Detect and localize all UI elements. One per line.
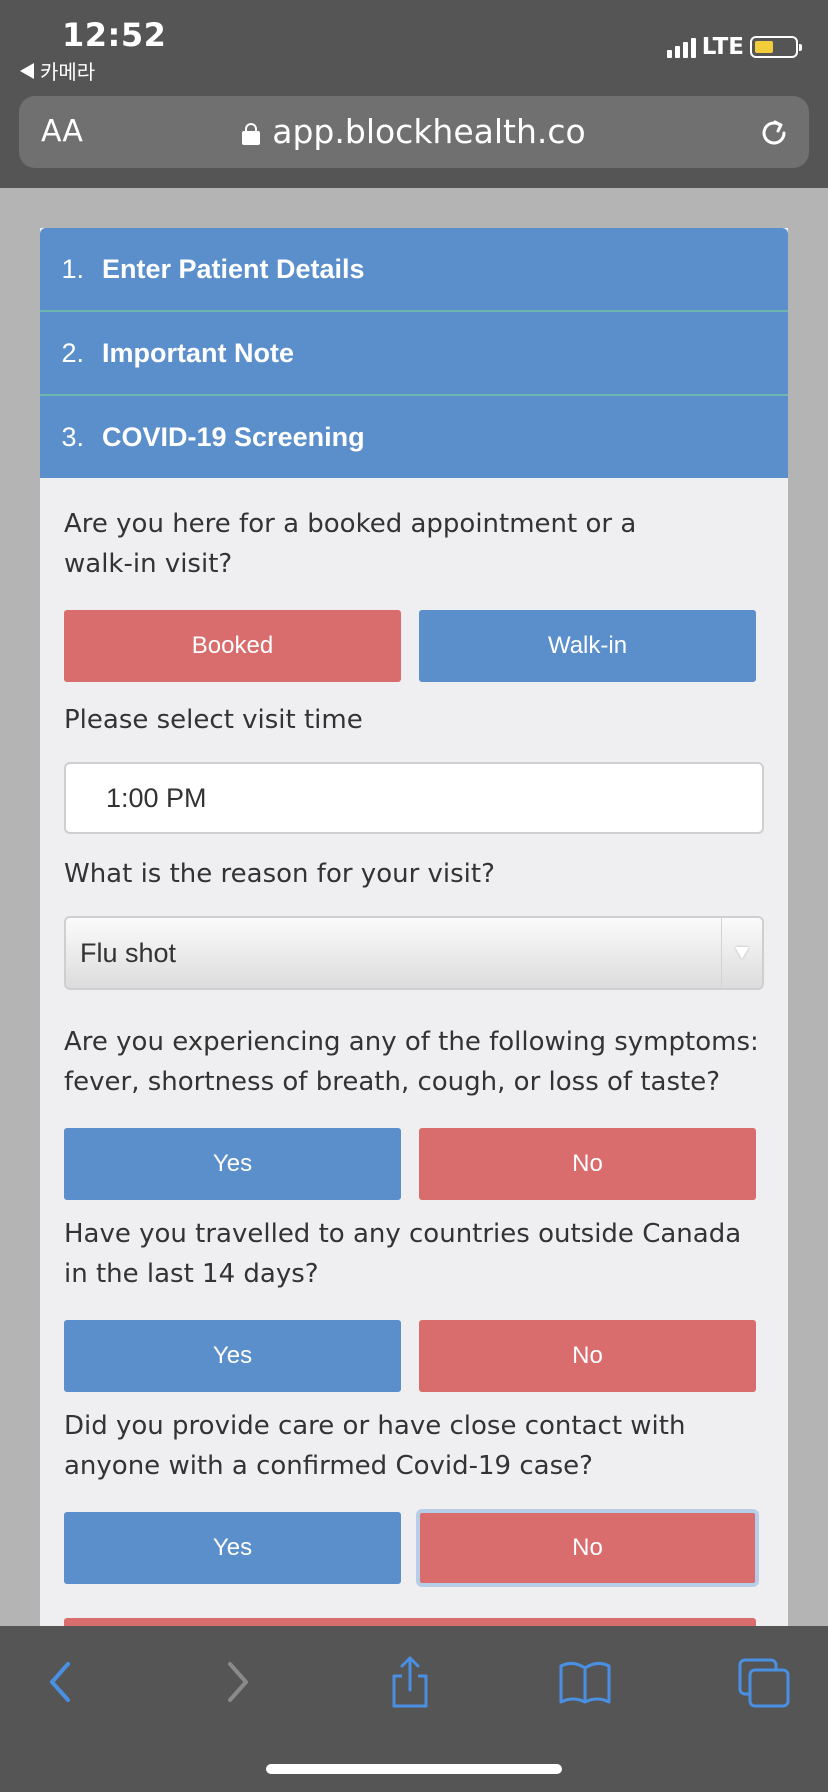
- visit-time-input[interactable]: 1:00 PM: [64, 762, 764, 834]
- reload-icon[interactable]: [757, 116, 791, 150]
- travel-yes-button[interactable]: Yes: [64, 1320, 401, 1392]
- screening-form-card: 1. Enter Patient Details 2. Important No…: [40, 228, 788, 1628]
- travel-no-button[interactable]: No: [419, 1320, 756, 1392]
- lock-icon: [242, 123, 261, 145]
- battery-icon: [750, 36, 802, 58]
- reason-select-value: Flu shot: [80, 937, 177, 968]
- step-label: Important Note: [102, 337, 294, 368]
- bookmarks-icon[interactable]: [555, 1652, 615, 1712]
- back-to-app-link[interactable]: 카메라: [20, 56, 95, 85]
- step-number: 2.: [61, 337, 84, 368]
- chevron-down-icon: [721, 918, 762, 988]
- back-arrow-icon[interactable]: [32, 1652, 92, 1712]
- question-symptoms: Are you experiencing any of the followin…: [64, 1027, 759, 1097]
- back-triangle-icon: [20, 62, 34, 79]
- question-visit-time: Please select visit time: [64, 705, 363, 735]
- step-covid-screening[interactable]: 3. COVID-19 Screening: [40, 396, 788, 478]
- forward-arrow-icon[interactable]: [206, 1652, 266, 1712]
- address-bar[interactable]: AA app.blockhealth.co: [19, 96, 809, 168]
- home-indicator: [266, 1764, 562, 1774]
- screening-form: Are you here for a booked appointment or…: [40, 504, 788, 1628]
- question-contact: Did you provide care or have close conta…: [64, 1411, 686, 1481]
- step-number: 3.: [61, 421, 84, 452]
- step-label: COVID-19 Screening: [102, 421, 365, 452]
- signal-icon: [666, 36, 696, 58]
- tabs-icon[interactable]: [734, 1652, 794, 1712]
- step-enter-patient-details[interactable]: 1. Enter Patient Details: [40, 228, 788, 312]
- question-travel: Have you travelled to any countries outs…: [64, 1219, 742, 1289]
- status-indicators: LTE: [666, 34, 802, 60]
- step-number: 1.: [61, 253, 84, 284]
- question-reason: What is the reason for your visit?: [64, 859, 495, 889]
- step-label: Enter Patient Details: [102, 253, 365, 284]
- reason-select[interactable]: Flu shot: [64, 916, 764, 990]
- share-icon[interactable]: [380, 1652, 440, 1712]
- step-important-note[interactable]: 2. Important Note: [40, 312, 788, 396]
- contact-no-button[interactable]: No: [416, 1509, 759, 1587]
- status-time: 12:52: [62, 16, 167, 54]
- question-visit-type: Are you here for a booked appointment or…: [64, 509, 637, 579]
- back-app-label: 카메라: [40, 60, 96, 84]
- booked-button[interactable]: Booked: [64, 610, 401, 682]
- symptoms-yes-button[interactable]: Yes: [64, 1128, 401, 1200]
- contact-yes-button[interactable]: Yes: [64, 1512, 401, 1584]
- walkin-button[interactable]: Walk-in: [419, 610, 756, 682]
- network-label: LTE: [701, 34, 744, 60]
- symptoms-no-button[interactable]: No: [419, 1128, 756, 1200]
- url-text[interactable]: app.blockhealth.co: [272, 112, 585, 151]
- browser-top-bar: 12:52 카메라 LTE AA app.blockhealth.co: [0, 0, 828, 188]
